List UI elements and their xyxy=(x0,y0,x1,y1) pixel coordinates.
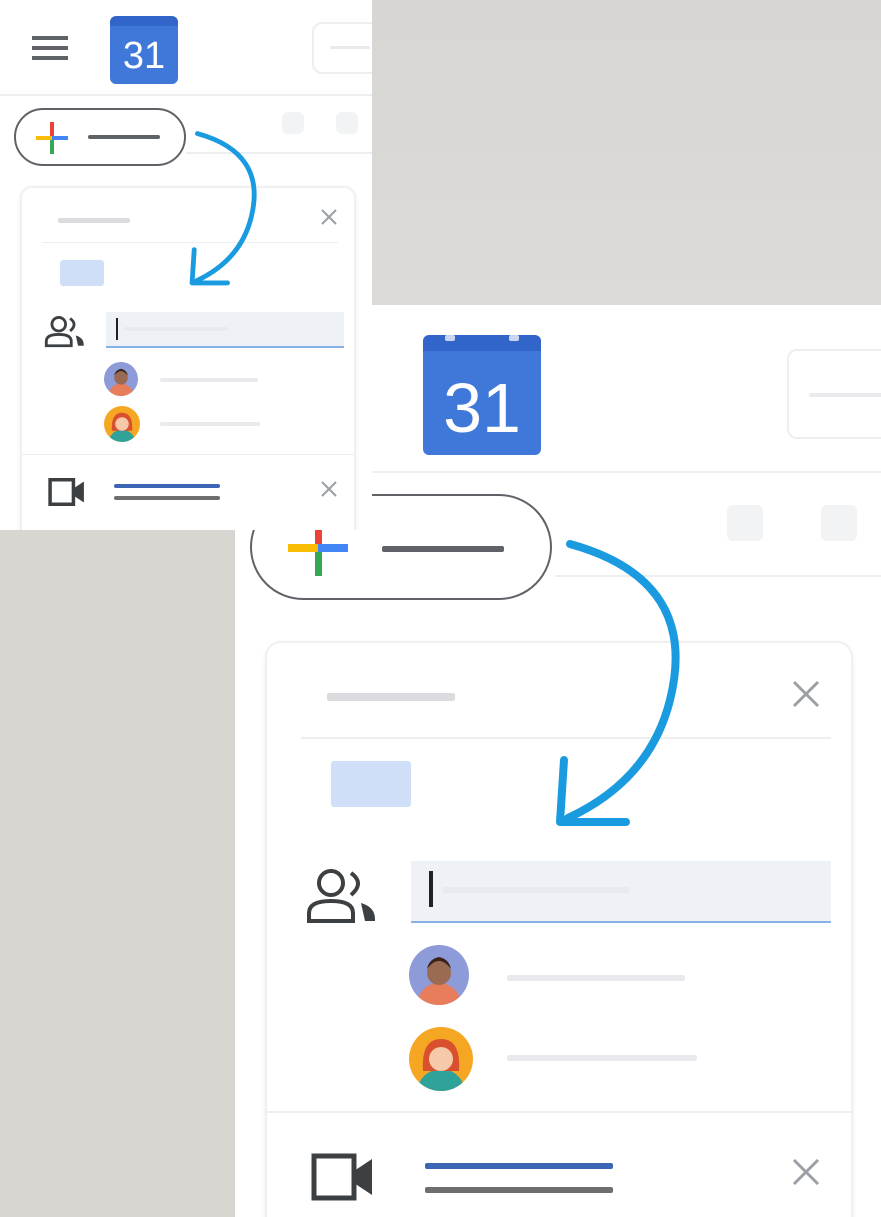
people-icon xyxy=(44,315,84,348)
background-band xyxy=(372,0,881,305)
plus-icon xyxy=(36,122,68,154)
guest-avatar-1 xyxy=(409,945,469,1005)
video-camera-icon[interactable] xyxy=(48,478,86,506)
date-chip[interactable] xyxy=(60,260,104,286)
original-calendar-panel: 31 xyxy=(0,0,372,530)
calendar-icon: 31 xyxy=(423,335,541,455)
calendar-icon-number: 31 xyxy=(122,35,166,77)
guest-avatar-2 xyxy=(104,406,140,442)
card-title-placeholder xyxy=(327,693,455,701)
meet-link-placeholder[interactable] xyxy=(425,1163,613,1169)
add-guests-input[interactable] xyxy=(411,861,831,923)
text-cursor xyxy=(429,871,433,907)
guest-name-placeholder-2 xyxy=(507,1055,697,1061)
calendar-icon-number: 31 xyxy=(443,369,521,447)
create-button-label-placeholder xyxy=(382,546,504,552)
guest-avatar-1 xyxy=(104,362,138,396)
guest-avatar-2 xyxy=(409,1027,473,1091)
curved-arrow xyxy=(189,131,257,286)
toolbar-button-1[interactable] xyxy=(727,505,763,541)
calendar-icon: 31 xyxy=(110,16,178,84)
curved-arrow xyxy=(556,540,680,826)
close-icon[interactable] xyxy=(320,208,338,226)
search-box[interactable] xyxy=(787,349,881,439)
guest-name-placeholder-1 xyxy=(507,975,685,981)
toolbar-button-2[interactable] xyxy=(336,112,358,134)
video-camera-icon[interactable] xyxy=(311,1153,375,1201)
close-icon[interactable] xyxy=(320,480,338,498)
search-box[interactable] xyxy=(312,22,372,74)
date-chip[interactable] xyxy=(331,761,411,807)
close-icon[interactable] xyxy=(791,679,821,709)
create-button-label-placeholder xyxy=(88,135,160,139)
add-guests-input[interactable] xyxy=(106,312,344,348)
hamburger-menu-icon[interactable] xyxy=(30,34,70,62)
meet-id-placeholder xyxy=(425,1187,613,1193)
create-button[interactable] xyxy=(14,108,186,166)
toolbar-button-1[interactable] xyxy=(282,112,304,134)
close-icon[interactable] xyxy=(791,1157,821,1187)
toolbar-button-2[interactable] xyxy=(821,505,857,541)
people-icon xyxy=(307,869,375,923)
